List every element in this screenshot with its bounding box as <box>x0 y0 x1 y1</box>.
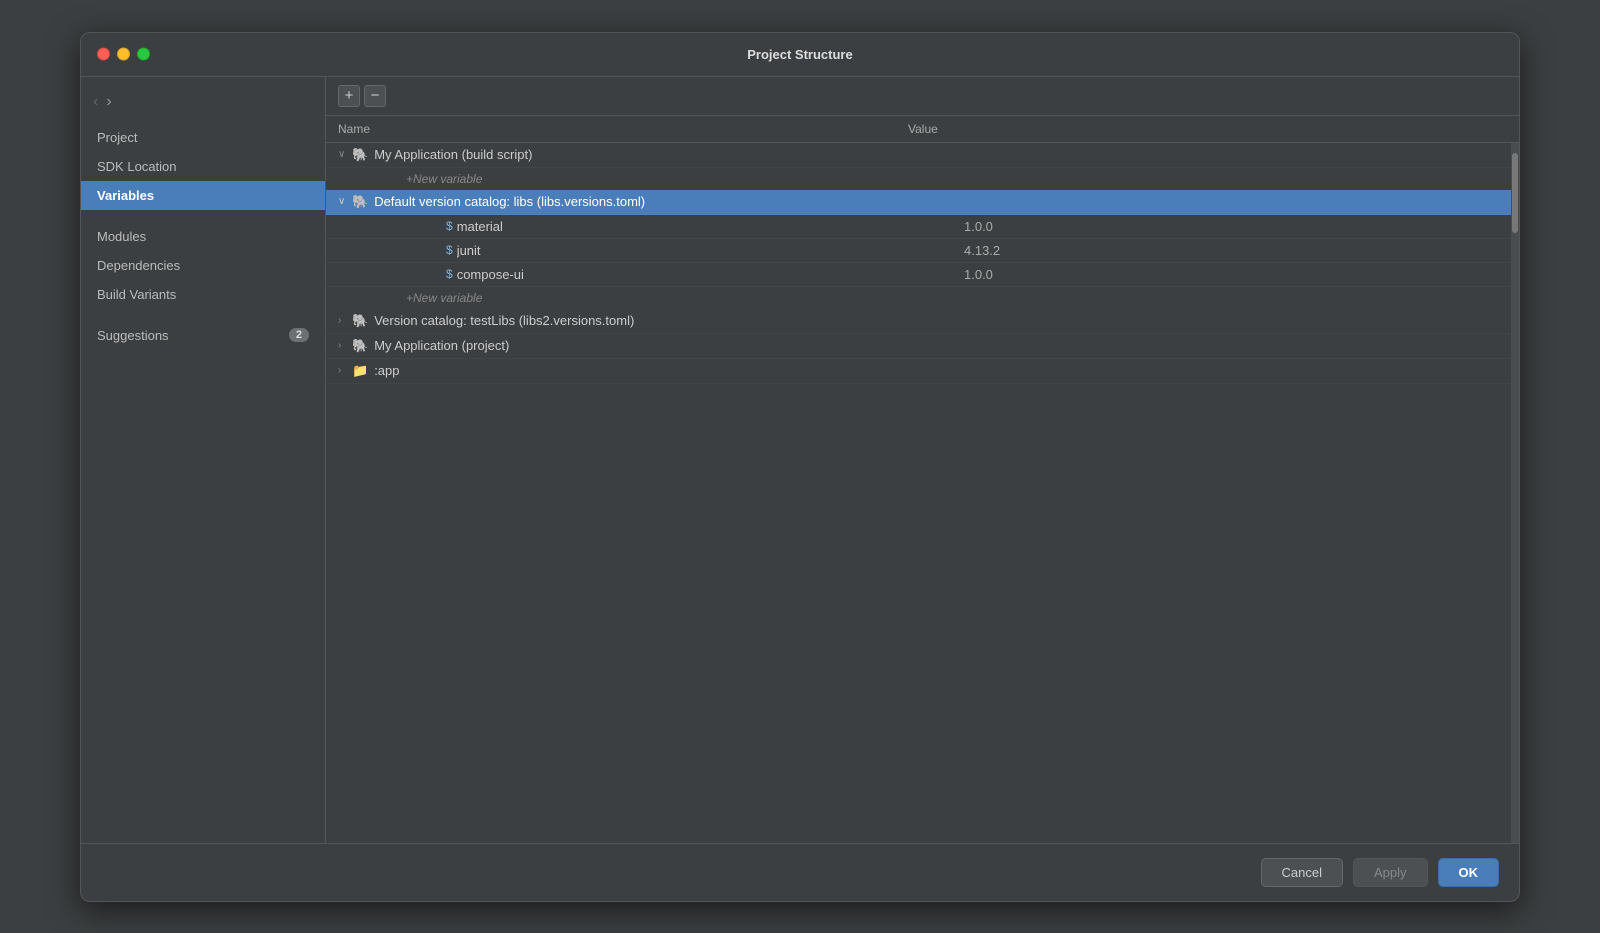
gradle-icon-2: 🐘 <box>352 194 368 210</box>
chevron-right-icon-2: › <box>338 340 352 351</box>
chevron-down-icon: ∨ <box>338 149 352 160</box>
chevron-down-icon-2: ∨ <box>338 196 352 207</box>
table-body: ∨ 🐘 My Application (build script) +New v… <box>326 143 1511 843</box>
sidebar-item-build-variants[interactable]: Build Variants <box>81 280 325 309</box>
main-content: + − Name Value ∨ 🐘 My Application (build… <box>326 77 1519 843</box>
remove-variable-button[interactable]: − <box>364 85 386 107</box>
new-variable-catalog[interactable]: +New variable <box>326 287 1511 309</box>
tree-row-my-application-build[interactable]: ∨ 🐘 My Application (build script) <box>326 143 1511 168</box>
project-structure-dialog: Project Structure ‹ › Project SDK Locati… <box>80 32 1520 902</box>
sidebar-item-dependencies[interactable]: Dependencies <box>81 251 325 280</box>
scrollbar-thumb[interactable] <box>1512 153 1518 233</box>
nav-arrows: ‹ › <box>81 85 325 123</box>
sidebar-item-sdk-location[interactable]: SDK Location <box>81 152 325 181</box>
sidebar-item-suggestions[interactable]: Suggestions 2 <box>81 321 325 350</box>
dialog-body: ‹ › Project SDK Location Variables Modul… <box>81 77 1519 843</box>
sidebar-gap-2 <box>81 309 325 321</box>
title-bar: Project Structure <box>81 33 1519 77</box>
dollar-icon-material: $ <box>446 219 453 233</box>
sidebar-item-project[interactable]: Project <box>81 123 325 152</box>
maximize-button[interactable] <box>137 48 150 61</box>
tree-row-default-version-catalog[interactable]: ∨ 🐘 Default version catalog: libs (libs.… <box>326 190 1511 215</box>
sidebar-gap <box>81 210 325 222</box>
dialog-title: Project Structure <box>747 47 852 62</box>
column-value-header: Value <box>896 122 1519 136</box>
tree-row-material[interactable]: $ material 1.0.0 <box>326 215 1511 239</box>
sidebar-item-variables[interactable]: Variables <box>81 181 325 210</box>
apply-button[interactable]: Apply <box>1353 858 1428 887</box>
tree-row-junit[interactable]: $ junit 4.13.2 <box>326 239 1511 263</box>
forward-arrow-icon[interactable]: › <box>106 93 111 111</box>
chevron-right-icon: › <box>338 315 352 326</box>
minimize-button[interactable] <box>117 48 130 61</box>
gradle-icon-4: 🐘 <box>352 338 368 354</box>
traffic-lights <box>97 48 150 61</box>
scrollbar[interactable] <box>1511 143 1519 843</box>
tree-row-compose-ui[interactable]: $ compose-ui 1.0.0 <box>326 263 1511 287</box>
add-variable-button[interactable]: + <box>338 85 360 107</box>
gradle-icon: 🐘 <box>352 147 368 163</box>
toolbar: + − <box>326 77 1519 116</box>
cancel-button[interactable]: Cancel <box>1261 858 1343 887</box>
suggestions-badge: 2 <box>289 328 309 342</box>
chevron-right-icon-3: › <box>338 365 352 376</box>
table-header: Name Value <box>326 116 1519 143</box>
close-button[interactable] <box>97 48 110 61</box>
column-name-header: Name <box>326 122 896 136</box>
tree-row-app-module[interactable]: › 📁 :app <box>326 359 1511 384</box>
sidebar-item-modules[interactable]: Modules <box>81 222 325 251</box>
ok-button[interactable]: OK <box>1438 858 1500 887</box>
new-variable-build-script[interactable]: +New variable <box>326 168 1511 190</box>
dollar-icon-compose-ui: $ <box>446 267 453 281</box>
back-arrow-icon[interactable]: ‹ <box>93 93 98 111</box>
folder-icon: 📁 <box>352 363 368 379</box>
tree-row-version-catalog-testlibs[interactable]: › 🐘 Version catalog: testLibs (libs2.ver… <box>326 309 1511 334</box>
sidebar: ‹ › Project SDK Location Variables Modul… <box>81 77 326 843</box>
tree-row-my-application-project[interactable]: › 🐘 My Application (project) <box>326 334 1511 359</box>
dialog-footer: Cancel Apply OK <box>81 843 1519 901</box>
dollar-icon-junit: $ <box>446 243 453 257</box>
gradle-icon-3: 🐘 <box>352 313 368 329</box>
